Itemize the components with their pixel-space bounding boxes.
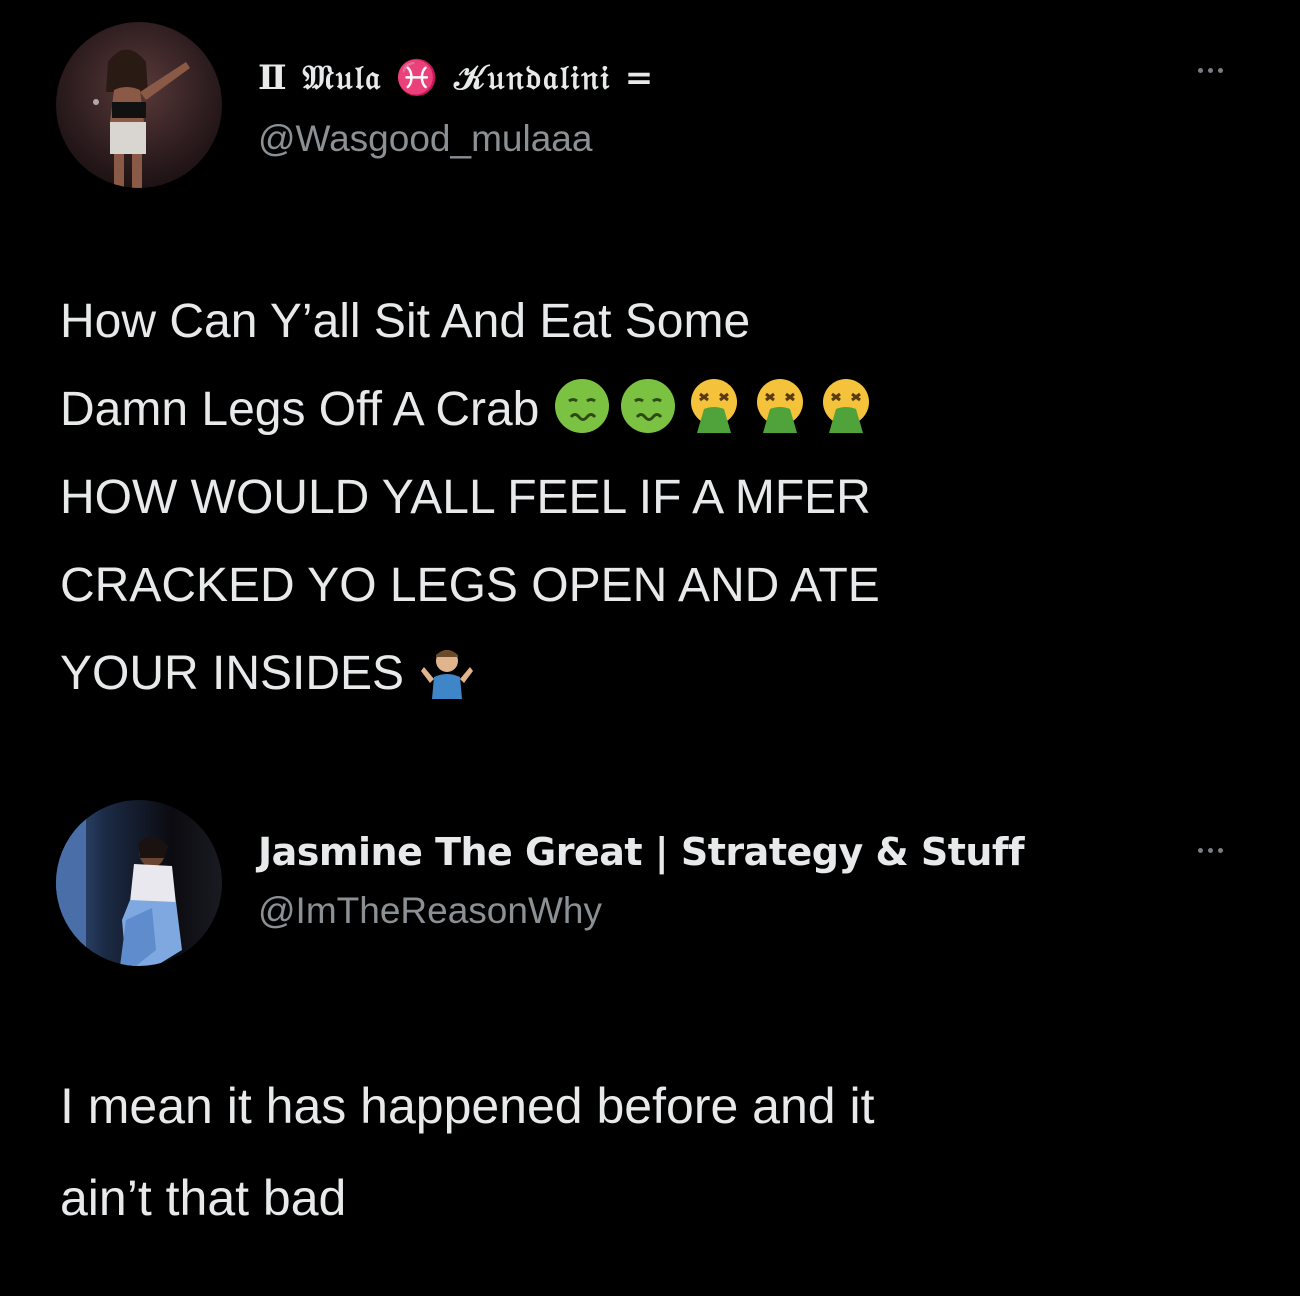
tweet-line: ain’t that bad <box>60 1170 347 1226</box>
vomiting-face-icon <box>691 379 738 433</box>
tweet-line-text: Damn Legs Off A Crab <box>60 383 540 436</box>
tweet-line: HOW WOULD YALL FEEL IF A MFER <box>60 471 871 524</box>
tweet-line: CRACKED YO LEGS OPEN AND ATE <box>60 559 880 612</box>
user-avatar[interactable] <box>56 800 222 966</box>
display-name[interactable]: Ⅱ 𝔐𝔲𝔩𝔞 ♓ 𝒦𝔲𝔫𝔡𝔞𝔩𝔦𝔫𝔦 = <box>258 58 655 98</box>
vomiting-face-icon <box>757 379 804 433</box>
user-handle[interactable]: @Wasgood_mulaaa <box>258 118 592 160</box>
more-options-icon[interactable] <box>1180 60 1240 80</box>
reply-tweet: Jasmine The Great | Strategy & Stuff @Im… <box>0 790 1300 1296</box>
tweet-text: How Can Y’all Sit And Eat Some Damn Legs… <box>60 278 1260 718</box>
nauseated-face-icon <box>555 379 610 433</box>
original-tweet: Ⅱ 𝔐𝔲𝔩𝔞 ♓ 𝒦𝔲𝔫𝔡𝔞𝔩𝔦𝔫𝔦 = @Wasgood_mulaaa How… <box>0 0 1300 760</box>
vomiting-face-icon <box>823 379 870 433</box>
user-handle[interactable]: @ImTheReasonWhy <box>258 890 602 932</box>
more-options-icon[interactable] <box>1180 840 1240 860</box>
tweet-text: I mean it has happened before and it ain… <box>60 1060 1260 1244</box>
nauseated-face-icon <box>621 379 676 433</box>
tweet-line: How Can Y’all Sit And Eat Some <box>60 295 751 348</box>
tweet-line-text: YOUR INSIDES <box>60 647 405 700</box>
user-avatar[interactable] <box>56 22 222 188</box>
tweet-line: I mean it has happened before and it <box>60 1078 875 1134</box>
tweet-line-with-emojis: Damn Legs Off A Crab <box>60 366 1260 454</box>
display-name[interactable]: Jasmine The Great | Strategy & Stuff <box>258 830 1024 874</box>
person-shrugging-icon <box>421 650 474 699</box>
tweet-line-with-emoji: YOUR INSIDES <box>60 630 1260 718</box>
